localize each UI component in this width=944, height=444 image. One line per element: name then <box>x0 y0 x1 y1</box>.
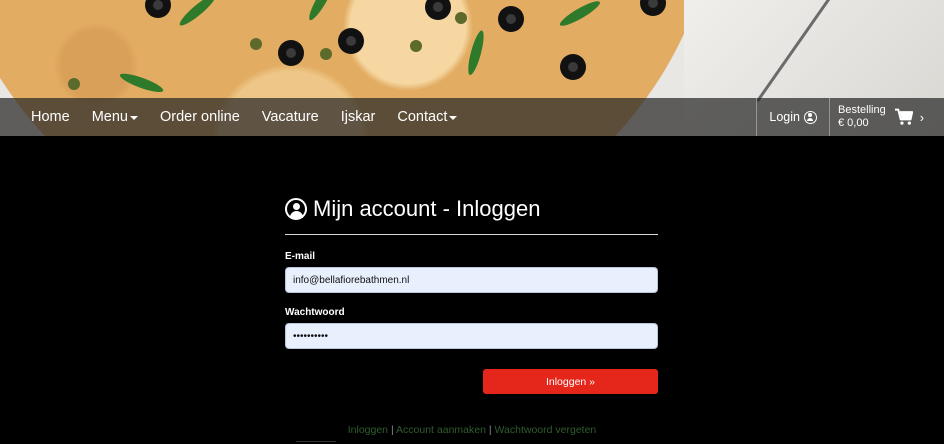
password-field[interactable]: •••••••••• <box>285 323 658 349</box>
olive-decoration <box>560 54 586 80</box>
link-inloggen[interactable]: Inloggen <box>348 424 388 436</box>
link-separator: | <box>488 424 492 436</box>
olive-decoration <box>338 28 364 54</box>
order-summary: Bestelling € 0,00 <box>838 104 886 130</box>
login-button[interactable]: Login <box>756 98 829 136</box>
nav-item-home[interactable]: Home <box>20 98 81 136</box>
caper-decoration <box>455 12 467 24</box>
footer-divider <box>296 441 336 442</box>
link-separator: | <box>390 424 394 436</box>
nav-links: Home Menu Order online Vacature Ijskar C… <box>0 98 468 136</box>
email-value: info@bellafiorebathmen.nl <box>293 274 410 286</box>
login-panel: Mijn account - Inloggen E-mail info@bell… <box>285 195 658 394</box>
login-heading: Mijn account - Inloggen <box>285 195 658 223</box>
order-cart-button[interactable]: Bestelling € 0,00 › <box>829 98 944 136</box>
caper-decoration <box>410 40 422 52</box>
nav-item-contact[interactable]: Contact <box>386 98 468 136</box>
nav-item-label: Vacature <box>261 109 319 125</box>
link-account-aanmaken[interactable]: Account aanmaken <box>396 424 486 436</box>
shopping-cart-icon <box>894 108 913 125</box>
submit-label: Inloggen » <box>545 375 596 388</box>
nav-item-order-online[interactable]: Order online <box>149 98 251 136</box>
chevron-right-icon: › <box>919 109 925 125</box>
order-label: Bestelling <box>838 104 886 116</box>
nav-item-ijskar[interactable]: Ijskar <box>330 98 387 136</box>
nav-item-label: Ijskar <box>340 109 376 125</box>
login-label: Login <box>769 110 800 124</box>
login-submit-button[interactable]: Inloggen » <box>483 369 658 394</box>
olive-decoration <box>278 40 304 66</box>
olive-decoration <box>498 6 524 32</box>
caper-decoration <box>250 38 262 50</box>
user-circle-icon <box>804 110 817 124</box>
nav-item-label: Order online <box>159 109 240 125</box>
caret-down-icon <box>129 116 138 120</box>
caper-decoration <box>68 78 80 90</box>
nav-item-label: Menu <box>91 109 128 125</box>
caper-decoration <box>320 48 332 60</box>
email-label: E-mail <box>285 251 316 262</box>
email-field[interactable]: info@bellafiorebathmen.nl <box>285 267 658 293</box>
user-circle-icon <box>285 198 307 220</box>
nav-item-label: Home <box>31 109 70 125</box>
nav-right: Login Bestelling € 0,00 › <box>756 98 944 136</box>
caret-down-icon <box>449 116 458 120</box>
password-label: Wachtwoord <box>285 307 345 318</box>
nav-item-label: Contact <box>397 109 448 125</box>
password-value: •••••••••• <box>293 330 329 342</box>
link-wachtwoord-vergeten[interactable]: Wachtwoord vergeten <box>495 424 597 436</box>
page-title: Mijn account - Inloggen <box>313 196 541 221</box>
navbar: Home Menu Order online Vacature Ijskar C… <box>0 98 944 136</box>
nav-item-vacature[interactable]: Vacature <box>251 98 330 136</box>
account-links: Inloggen | Account aanmaken | Wachtwoord… <box>0 424 944 436</box>
divider <box>285 234 658 235</box>
nav-item-menu[interactable]: Menu <box>81 98 149 136</box>
order-total: € 0,00 <box>838 117 869 129</box>
